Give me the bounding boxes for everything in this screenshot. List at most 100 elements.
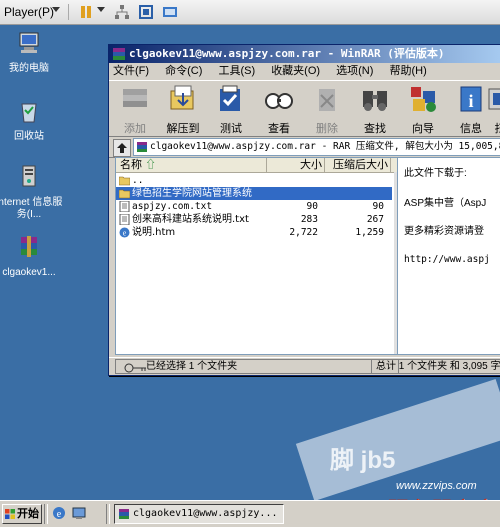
file-name: 说明.htm xyxy=(132,227,176,238)
text-file-icon xyxy=(119,201,130,212)
comment-line: ASP集中营（AspJ xyxy=(404,198,487,209)
desktop-icon-label: Internet 信息服务(I... xyxy=(0,197,63,220)
file-row-parent[interactable]: .. xyxy=(116,174,392,187)
menu-help[interactable]: 帮助(H) xyxy=(389,65,426,77)
winrar-archive-icon xyxy=(21,236,37,257)
menu-options[interactable]: 选项(N) xyxy=(336,65,373,77)
column-size[interactable]: 大小 xyxy=(266,158,325,172)
file-list-header: 名称 ⇧ 大小 压缩后大小 xyxy=(116,158,398,173)
column-name[interactable]: 名称 ⇧ xyxy=(116,158,267,172)
chevron-down-icon[interactable] xyxy=(97,7,105,12)
file-name: .. xyxy=(132,175,144,186)
find-button[interactable]: 查找 xyxy=(353,83,397,136)
test-button[interactable]: 测试 xyxy=(209,83,253,136)
path-text: clgaokev11@www.aspjzy.com.rar - RAR 压缩文件… xyxy=(150,141,500,152)
unity-icon[interactable] xyxy=(162,4,178,20)
menu-bar: 文件(F) 命令(C) 工具(S) 收藏夹(O) 选项(N) 帮助(H) xyxy=(109,63,500,80)
file-packed-size: 1,259 xyxy=(355,227,384,238)
folder-icon xyxy=(119,176,130,186)
title-bar[interactable]: clgaokev11@www.aspjzy.com.rar - WinRAR (… xyxy=(109,45,500,63)
file-list[interactable]: 名称 ⇧ 大小 压缩后大小 .. 绿色招生学院网站管理系统 aspjzy.com… xyxy=(115,157,399,355)
sort-arrow-icon: ⇧ xyxy=(145,159,157,171)
window-title: clgaokev11@www.aspjzy.com.rar - WinRAR (… xyxy=(129,47,445,60)
wizard-icon xyxy=(411,87,436,112)
find-icon xyxy=(363,91,387,111)
menu-file[interactable]: 文件(F) xyxy=(113,65,149,77)
watermark-partial: 脚 jb5 xyxy=(330,447,396,474)
desktop-icon-iis[interactable]: Internet 信息服务(I... xyxy=(0,164,64,221)
taskbar-item-winrar[interactable]: clgaokev11@www.aspjzy... xyxy=(114,504,284,524)
extract-to-button[interactable]: 解压到 xyxy=(161,83,205,136)
separator xyxy=(106,504,110,524)
folder-icon xyxy=(119,189,130,199)
extract-label: 解压到 xyxy=(166,123,200,135)
vm-player-bar: Player(P) xyxy=(0,0,500,25)
view-button[interactable]: 查看 xyxy=(257,83,301,136)
winrar-app-icon xyxy=(113,48,125,60)
info-icon: i xyxy=(460,86,482,112)
add-button[interactable]: 添加 xyxy=(113,83,157,136)
column-packed-label: 压缩后大小 xyxy=(333,159,388,171)
wizard-button[interactable]: 向导 xyxy=(401,83,445,136)
status-bar: 已经选择 1 个文件夹 总计 1 个文件夹 和 3,095 字 xyxy=(109,357,500,374)
menu-favorites[interactable]: 收藏夹(O) xyxy=(271,65,320,77)
computer-icon xyxy=(19,32,39,53)
file-name: aspjzy.com.txt xyxy=(132,201,213,212)
desktop-icon-label: 回收站 xyxy=(14,131,44,142)
desktop-icon-label: clgaokev1... xyxy=(2,267,56,278)
column-packed[interactable]: 压缩后大小 xyxy=(324,158,391,172)
file-row-folder-selected[interactable]: 绿色招生学院网站管理系统 xyxy=(116,187,392,200)
desktop-icon-recycle-bin[interactable]: 回收站 xyxy=(0,98,64,143)
status-left-text: 已经选择 1 个文件夹 xyxy=(146,361,238,372)
view-icon xyxy=(265,93,293,109)
winrar-window: clgaokev11@www.aspjzy.com.rar - WinRAR (… xyxy=(108,44,500,376)
file-packed-size: 90 xyxy=(372,201,384,212)
html-file-icon: e xyxy=(119,227,130,238)
file-size: 2,722 xyxy=(289,227,318,238)
extract-icon xyxy=(170,85,194,110)
status-right-text: 总计 1 个文件夹 和 3,095 字 xyxy=(376,361,500,372)
start-label: 开始 xyxy=(17,508,39,520)
file-row[interactable]: 创来高科建站系统说明.txt 283 267 xyxy=(116,213,392,226)
windows-logo-icon xyxy=(5,509,15,520)
file-row[interactable]: aspjzy.com.txt 90 90 xyxy=(116,200,392,213)
column-size-label: 大小 xyxy=(300,159,322,171)
comment-line: 此文件下载于: xyxy=(404,168,467,179)
desktop-icon-rar-archive[interactable]: clgaokev1... xyxy=(0,234,64,279)
player-menu[interactable]: Player(P) xyxy=(4,5,54,19)
delete-button[interactable]: 删除 xyxy=(305,83,349,136)
watermark-url: www.zzvips.com xyxy=(396,480,477,492)
test-label: 测试 xyxy=(220,123,242,135)
show-desktop-icon[interactable] xyxy=(72,506,86,520)
winrar-app-icon xyxy=(119,509,129,519)
path-field[interactable]: clgaokev11@www.aspjzy.com.rar - RAR 压缩文件… xyxy=(133,138,500,156)
desktop-icon-label: 我的电脑 xyxy=(9,63,49,74)
delete-label: 删除 xyxy=(316,123,338,135)
file-row[interactable]: e 说明.htm 2,722 1,259 xyxy=(116,226,392,239)
comment-line: 更多精彩资源请登 xyxy=(404,226,484,237)
file-size: 283 xyxy=(300,214,318,225)
menu-command[interactable]: 命令(C) xyxy=(165,65,202,77)
file-size: 90 xyxy=(306,201,318,212)
up-folder-icon[interactable] xyxy=(113,139,131,157)
server-icon xyxy=(22,165,36,187)
network-icon[interactable] xyxy=(114,4,130,20)
scan-button[interactable]: 扫 xyxy=(485,83,500,136)
scan-label: 扫 xyxy=(485,120,500,136)
file-name: 创来高科建站系统说明.txt xyxy=(132,214,249,225)
fullscreen-icon[interactable] xyxy=(138,4,154,20)
svg-text:e: e xyxy=(123,229,127,238)
pause-icon[interactable] xyxy=(78,4,94,20)
status-left: 已经选择 1 个文件夹 xyxy=(115,359,399,374)
menu-tools[interactable]: 工具(S) xyxy=(218,65,255,77)
status-right: 总计 1 个文件夹 和 3,095 字 xyxy=(371,359,500,374)
desktop-icon-my-computer[interactable]: 我的电脑 xyxy=(0,30,64,75)
file-packed-size: 267 xyxy=(366,214,384,225)
svg-text:e: e xyxy=(57,509,62,520)
key-icon xyxy=(124,363,146,373)
start-button[interactable]: 开始 xyxy=(2,504,42,524)
chevron-down-icon[interactable] xyxy=(52,7,60,12)
separator xyxy=(68,4,69,20)
internet-explorer-icon[interactable]: e xyxy=(52,506,66,520)
add-label: 添加 xyxy=(124,123,146,135)
